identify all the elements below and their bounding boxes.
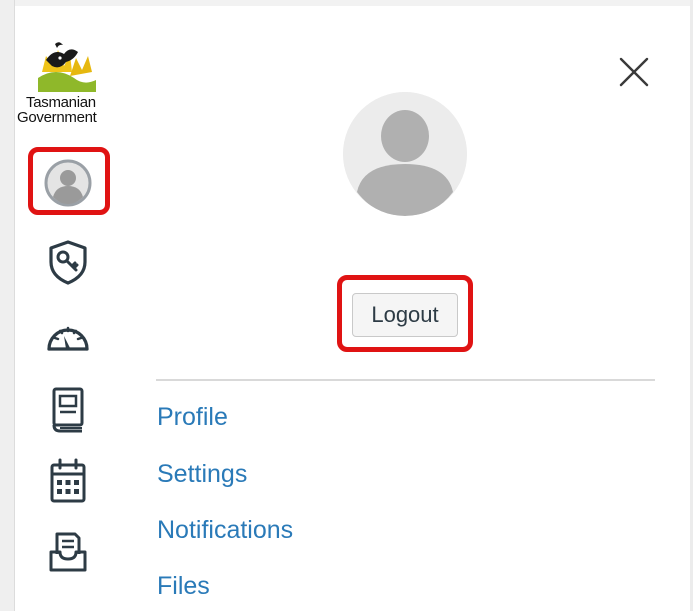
highlight-account — [28, 147, 110, 215]
window-left-edge-line — [14, 0, 15, 611]
courses-book-icon — [52, 387, 84, 433]
nav-item-courses[interactable] — [28, 382, 108, 438]
notifications-link[interactable]: Notifications — [157, 515, 293, 545]
inbox-icon — [49, 532, 87, 572]
window-left-edge — [0, 0, 14, 611]
nav-item-calendar[interactable] — [28, 453, 108, 509]
nav-item-admin[interactable] — [28, 234, 108, 290]
settings-link[interactable]: Settings — [157, 459, 247, 489]
tray-divider — [156, 379, 655, 381]
profile-link[interactable]: Profile — [157, 402, 228, 432]
close-icon[interactable] — [614, 52, 654, 92]
user-silhouette-icon — [343, 92, 467, 216]
files-link[interactable]: Files — [157, 571, 210, 601]
logo-line-2: Government — [17, 109, 97, 126]
admin-shield-key-icon — [49, 240, 87, 285]
profile-avatar — [343, 92, 467, 216]
nav-item-dashboard[interactable] — [28, 308, 108, 364]
calendar-icon — [50, 458, 86, 503]
window-top-border — [0, 0, 693, 6]
highlight-logout — [337, 275, 473, 352]
logo-line-1: Tasmanian — [26, 94, 96, 111]
nav-item-inbox[interactable] — [28, 524, 108, 580]
logo-wordmark: Tasmanian Government — [17, 94, 97, 125]
dashboard-gauge-icon — [47, 326, 89, 351]
